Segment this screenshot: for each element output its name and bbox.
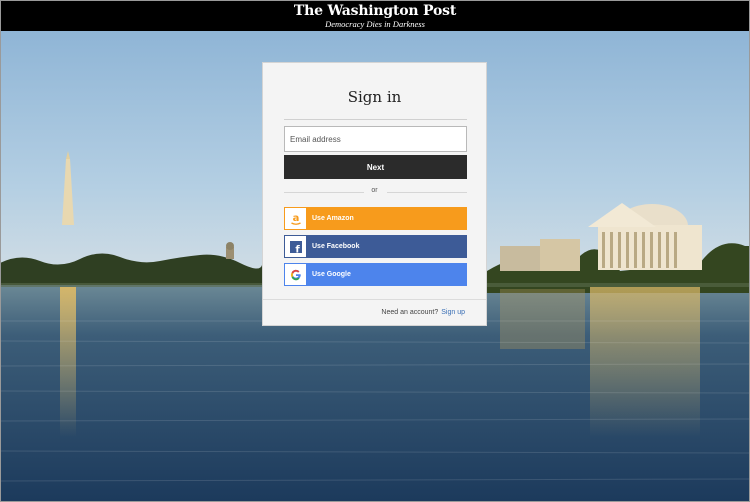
window-border bbox=[0, 0, 750, 502]
